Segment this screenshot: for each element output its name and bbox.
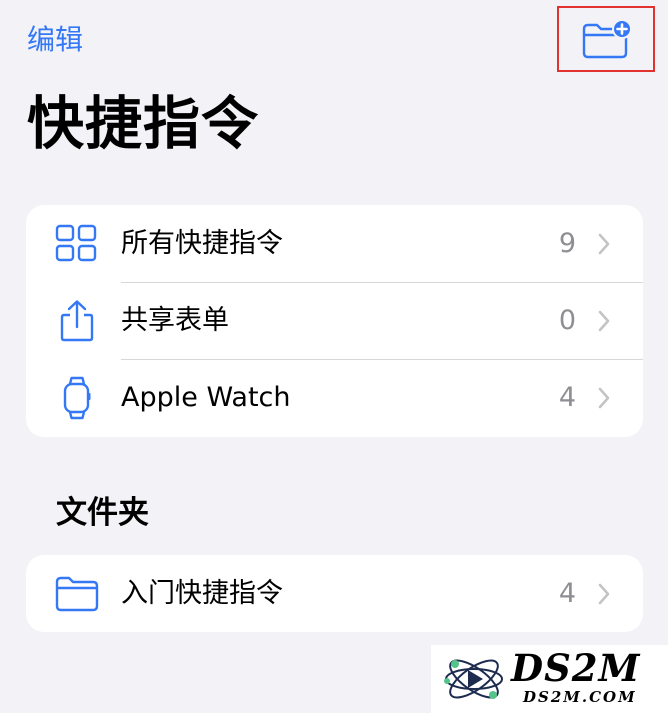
- chevron-right-icon: [598, 233, 610, 255]
- list-item-label: 共享表单: [121, 305, 229, 336]
- watermark-text: DS2M: [511, 646, 641, 690]
- chevron-right-icon: [598, 583, 610, 605]
- share-icon: [54, 300, 100, 342]
- new-folder-button[interactable]: [557, 6, 655, 72]
- watermark: DS2M DS2M.COM: [431, 645, 668, 713]
- folder-icon: [54, 573, 100, 615]
- list-item-label: Apple Watch: [121, 382, 291, 413]
- list-item-shared-sheet[interactable]: 共享表单 0: [26, 282, 643, 359]
- atom-logo-icon: [444, 659, 503, 699]
- shortcuts-list: 所有快捷指令 9 共享表单 0 Apple Watch 4: [26, 205, 643, 437]
- list-item-label: 所有快捷指令: [121, 228, 283, 259]
- page-title: 快捷指令: [27, 91, 259, 157]
- watch-icon: [54, 376, 100, 420]
- list-item-label: 入门快捷指令: [121, 578, 283, 609]
- list-item-all-shortcuts[interactable]: 所有快捷指令 9: [26, 205, 643, 282]
- list-item-apple-watch[interactable]: Apple Watch 4: [26, 359, 643, 436]
- folders-list: 入门快捷指令 4: [26, 555, 643, 632]
- list-item-count: 4: [558, 578, 576, 609]
- list-item-count: 0: [558, 305, 576, 336]
- chevron-right-icon: [598, 310, 610, 332]
- watermark-subtext: DS2M.COM: [523, 688, 637, 706]
- folder-add-icon: [582, 19, 632, 59]
- chevron-right-icon: [598, 387, 610, 409]
- edit-button[interactable]: 编辑: [27, 22, 83, 58]
- folders-section-header: 文件夹: [56, 495, 149, 531]
- list-item-count: 9: [558, 228, 576, 259]
- list-item-starter-shortcuts[interactable]: 入门快捷指令 4: [26, 555, 643, 632]
- list-item-count: 4: [558, 382, 576, 413]
- grid-icon: [54, 223, 100, 265]
